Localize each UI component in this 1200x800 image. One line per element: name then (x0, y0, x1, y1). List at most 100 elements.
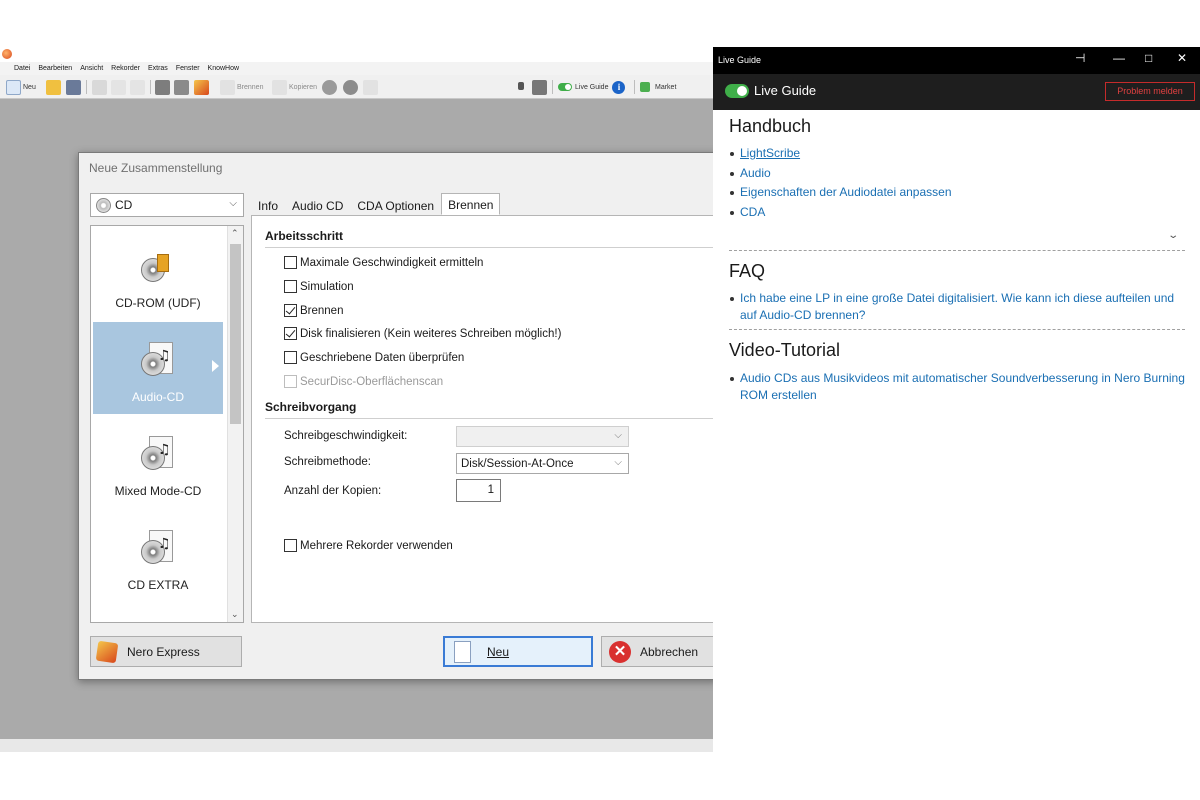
save-icon[interactable] (66, 80, 81, 95)
app-titlebar (0, 46, 713, 62)
menu-fenster[interactable]: Fenster (172, 62, 204, 75)
menu-ansicht[interactable]: Ansicht (76, 62, 107, 75)
menu-extras[interactable]: Extras (144, 62, 172, 75)
cancel-button-label: Abbrechen (640, 644, 699, 659)
write-method-value: Disk/Session-At-Once (461, 457, 574, 470)
option-label: Maximale Geschwindigkeit ermitteln (300, 256, 484, 269)
screen: Datei Bearbeiten Ansicht Rekorder Extras… (0, 0, 1200, 800)
pin-icon[interactable]: ⊣ (1075, 51, 1085, 65)
paste-icon[interactable] (130, 80, 145, 95)
toolbar: Neu Brennen Kopieren Live Guide i Market (0, 75, 713, 99)
cut-icon[interactable] (92, 80, 107, 95)
option-max-speed[interactable]: Maximale Geschwindigkeit ermitteln (284, 256, 483, 269)
recorder-dropdown-icon[interactable] (518, 82, 524, 90)
media-type-select[interactable]: CD ⌵ (90, 193, 244, 217)
checkbox[interactable] (284, 256, 297, 269)
erase-icon[interactable] (343, 80, 358, 95)
faq-link[interactable]: Ich habe eine LP in eine große Datei dig… (729, 290, 1189, 324)
compilation-list-scrollbar[interactable]: ⌃ ⌄ (227, 226, 243, 622)
chevron-down-icon: ⌵ (229, 198, 237, 209)
copy-disc-icon (272, 79, 287, 95)
faq-list: Ich habe eine LP in eine große Datei dig… (729, 290, 1189, 327)
menu-knowhow[interactable]: KnowHow (204, 62, 244, 75)
toolbar-new-label: Neu (23, 83, 36, 91)
minimize-icon[interactable]: — (1113, 51, 1125, 65)
menu-datei[interactable]: Datei (10, 62, 34, 75)
checkbox[interactable] (284, 280, 297, 293)
disc-info-icon[interactable] (174, 80, 189, 95)
handbuch-link-properties[interactable]: Eigenschaften der Audiodatei anpassen (729, 184, 1189, 201)
option-label: Simulation (300, 280, 354, 293)
handbuch-link-cda[interactable]: CDA (729, 204, 1189, 221)
write-method-label: Schreibmethode: (284, 456, 371, 468)
write-speed-select: ⌵ (456, 426, 629, 447)
nero-express-button[interactable]: Nero Express (90, 636, 242, 667)
disc-icon[interactable] (322, 80, 337, 95)
section-heading-step: Arbeitsschritt (265, 229, 344, 243)
tab-audio-cd[interactable]: Audio CD (285, 194, 350, 215)
nero-express-icon[interactable] (194, 80, 209, 95)
toolbar-live-guide-toggle[interactable]: Live Guide i (558, 78, 626, 96)
info-icon: i (612, 80, 626, 94)
compilation-label: Audio-CD (131, 390, 185, 404)
report-problem-button[interactable]: Problem melden (1105, 82, 1195, 101)
scroll-down-icon[interactable]: ⌄ (231, 609, 239, 620)
status-bar (0, 739, 713, 752)
option-finalize-disc[interactable]: Disk finalisieren (Kein weiteres Schreib… (284, 327, 561, 340)
properties-icon[interactable] (363, 80, 378, 95)
live-guide-toggle-icon (558, 83, 572, 91)
drive-icon[interactable] (532, 80, 547, 95)
expand-chevron-icon[interactable]: ⌄ (1167, 230, 1179, 241)
option-verify-data[interactable]: Geschriebene Daten überprüfen (284, 351, 464, 364)
cancel-button[interactable]: ✕ Abbrechen (601, 636, 719, 667)
cd-icon (96, 197, 111, 213)
video-tutorial-link[interactable]: Audio CDs aus Musikvideos mit automatisc… (729, 370, 1189, 404)
new-button[interactable]: Neu (443, 636, 593, 667)
compilation-label: Mixed Mode-CD (114, 484, 202, 498)
compilation-label: CD-ROM (UDF) (115, 296, 201, 310)
option-label: Brennen (300, 304, 344, 317)
toolbar-burn-button[interactable]: Brennen (220, 78, 263, 96)
copies-input[interactable]: 1 (456, 479, 501, 502)
live-guide-toggle[interactable] (725, 84, 749, 98)
compilation-item-cd-rom[interactable]: CD-ROM (UDF) (93, 228, 223, 320)
close-icon[interactable]: ✕ (1177, 51, 1187, 65)
open-folder-icon[interactable] (46, 80, 61, 95)
scroll-up-icon[interactable]: ⌃ (231, 228, 239, 239)
tab-info[interactable]: Info (251, 194, 285, 215)
option-burn[interactable]: Brennen (284, 304, 343, 317)
toolbar-market-button[interactable]: Market (640, 78, 676, 96)
checkbox-checked[interactable] (284, 327, 297, 340)
tab-burn[interactable]: Brennen (441, 193, 501, 215)
toolbar-copy-button[interactable]: Kopieren (272, 78, 317, 96)
toolbar-burn-label: Brennen (237, 83, 264, 91)
checkbox[interactable] (284, 539, 297, 552)
live-guide-titlebar: Live Guide ⊣ — □ ✕ (713, 47, 1200, 74)
compilation-item-audio-cd[interactable]: ♫ Audio-CD (93, 322, 223, 414)
library-icon[interactable] (155, 80, 170, 95)
option-multi-recorder[interactable]: Mehrere Rekorder verwenden (284, 539, 453, 552)
maximize-icon[interactable]: □ (1145, 51, 1152, 65)
write-method-select[interactable]: Disk/Session-At-Once ⌵ (456, 453, 629, 474)
tab-cda-options[interactable]: CDA Optionen (350, 194, 441, 215)
option-securdisc-scan: SecurDisc-Oberflächenscan (284, 375, 443, 388)
menu-bearbeiten[interactable]: Bearbeiten (34, 62, 76, 75)
dialog-title: Neue Zusammenstellung (89, 161, 223, 175)
checkbox-checked[interactable] (284, 304, 297, 317)
menu-rekorder[interactable]: Rekorder (107, 62, 144, 75)
cd-extra-icon: ♫ (141, 530, 175, 566)
compilation-item-cd-extra[interactable]: ♫ CD EXTRA (93, 510, 223, 602)
handbuch-link-audio[interactable]: Audio (729, 165, 1189, 182)
live-guide-header: Live Guide Problem melden (713, 74, 1200, 110)
toolbar-new-button[interactable]: Neu (6, 78, 36, 96)
option-simulation[interactable]: Simulation (284, 280, 354, 293)
handbuch-link-lightscribe[interactable]: LightScribe (729, 145, 1189, 162)
compilation-item-mixed-mode[interactable]: ♫ Mixed Mode-CD (93, 416, 223, 508)
compilation-list: CD-ROM (UDF) ♫ Audio-CD ♫ Mixed Mode-CD … (90, 225, 244, 623)
toolbar-copy-label: Kopieren (289, 83, 318, 91)
checkbox[interactable] (284, 351, 297, 364)
option-label: Geschriebene Daten überprüfen (300, 351, 465, 364)
scroll-thumb[interactable] (230, 244, 241, 424)
mixed-mode-icon: ♫ (141, 436, 175, 472)
copy-icon[interactable] (111, 80, 126, 95)
